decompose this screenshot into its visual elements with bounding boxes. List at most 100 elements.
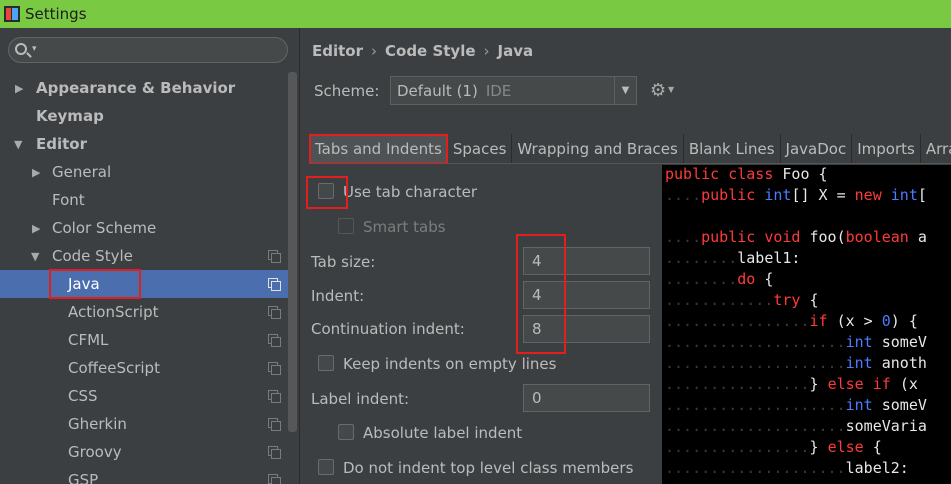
code-line: ....................label2:: [665, 459, 909, 477]
code-token: }: [809, 375, 828, 393]
sidebar-item-keymap[interactable]: Keymap: [0, 102, 288, 130]
sidebar-item-appearance-behavior[interactable]: ▶ Appearance & Behavior: [0, 74, 288, 102]
code-token: {: [872, 438, 882, 456]
tab-spaces[interactable]: Spaces: [448, 134, 513, 164]
dropdown-arrow-icon[interactable]: ▼: [614, 77, 636, 104]
scheme-label: Scheme:: [314, 82, 380, 100]
code-token: ............: [665, 291, 774, 309]
label-indent-input[interactable]: 0: [523, 384, 650, 412]
code-token: ....................: [665, 459, 846, 477]
scheme-dropdown[interactable]: Default (1) IDE ▼: [390, 76, 637, 105]
breadcrumb-separator-icon: ›: [371, 42, 377, 60]
code-token: ....: [665, 186, 702, 204]
tab-checkbox-highlight-box: [306, 176, 348, 209]
code-token: try: [773, 291, 810, 309]
tab-imports[interactable]: Imports: [852, 134, 921, 164]
code-token: anoth: [881, 354, 927, 372]
tab-wrapping-and-braces[interactable]: Wrapping and Braces: [512, 134, 684, 164]
code-token: else: [827, 438, 873, 456]
smart-tabs-checkbox[interactable]: [338, 218, 354, 234]
code-token: Foo {: [782, 165, 828, 183]
sidebar-item-gherkin[interactable]: Gherkin: [0, 410, 288, 438]
code-line: ................if (x > 0) {: [665, 312, 918, 330]
code-token: int: [845, 396, 882, 414]
code-line: ....................int someV: [665, 396, 927, 414]
search-dropdown-icon[interactable]: ▾: [32, 44, 37, 54]
code-token: (x >: [836, 312, 882, 330]
collapse-arrow-icon[interactable]: ▼: [31, 250, 39, 263]
project-scope-copy-icon: [268, 334, 281, 347]
code-token: (x: [899, 375, 918, 393]
gear-menu-caret-icon[interactable]: ▼: [668, 85, 674, 94]
code-token: [] X =: [791, 186, 855, 204]
code-style-tabs: Tabs and Indents Spaces Wrapping and Bra…: [309, 134, 951, 164]
sidebar-item-actionscript[interactable]: ActionScript: [0, 298, 288, 326]
code-token: int: [845, 333, 882, 351]
code-line: ....................someVaria: [665, 417, 927, 435]
sidebar-item-general[interactable]: ▶ General: [0, 158, 288, 186]
settings-content: Editor › Code Style › Java Scheme: Default (…: [301, 28, 951, 484]
project-scope-copy-icon: [268, 250, 281, 263]
project-scope-copy-icon: [268, 390, 281, 403]
sidebar-item-css[interactable]: CSS: [0, 382, 288, 410]
sidebar-item-cfml[interactable]: CFML: [0, 326, 288, 354]
expand-arrow-icon[interactable]: ▶: [15, 82, 23, 95]
code-line: ....................int someV: [665, 333, 927, 351]
sidebar-item-editor[interactable]: ▼ Editor: [0, 130, 288, 158]
scheme-qualifier: IDE: [485, 81, 512, 100]
code-token: 0: [881, 312, 891, 330]
sidebar-scrollbar[interactable]: [288, 72, 297, 432]
code-token: int: [764, 186, 792, 204]
absolute-label-indent-label: Absolute label indent: [363, 424, 523, 442]
sidebar-item-code-style[interactable]: ▼ Code Style: [0, 242, 288, 270]
code-token: ................: [665, 438, 810, 456]
sidebar-item-coffeescript[interactable]: CoffeeScript: [0, 354, 288, 382]
code-token: else if: [827, 375, 900, 393]
breadcrumb-separator-icon: ›: [483, 42, 490, 60]
code-token: if: [809, 312, 837, 330]
project-scope-copy-icon: [268, 362, 281, 375]
keep-indents-label: Keep indents on empty lines: [343, 355, 557, 373]
keep-indents-checkbox[interactable]: [318, 355, 334, 371]
sidebar-item-font[interactable]: Font: [0, 186, 288, 214]
settings-sidebar: ▾ ▶ Appearance & Behavior Keymap ▼ Edito…: [0, 28, 300, 484]
absolute-label-indent-checkbox[interactable]: [338, 424, 354, 440]
gear-icon[interactable]: ⚙: [650, 80, 666, 101]
code-token: {: [764, 270, 774, 288]
expand-arrow-icon[interactable]: ▶: [32, 222, 40, 235]
tab-javadoc[interactable]: JavaDoc: [781, 134, 853, 164]
breadcrumb: Editor › Code Style › Java: [312, 42, 534, 60]
smart-tabs-label: Smart tabs: [363, 218, 446, 236]
code-token: public: [701, 186, 765, 204]
code-token: label1:: [737, 249, 801, 267]
no-indent-top-level-checkbox[interactable]: [318, 459, 334, 475]
code-token: someV: [881, 333, 927, 351]
window-title: Settings: [25, 5, 87, 23]
code-token: boolean: [845, 228, 918, 246]
code-token: ....................: [665, 354, 846, 372]
code-token: ....................: [665, 333, 846, 351]
code-token: someV: [881, 396, 927, 414]
code-token: someVaria: [845, 417, 927, 435]
code-line: public class Foo {: [665, 165, 828, 183]
code-token: public class: [665, 165, 783, 183]
tab-blank-lines[interactable]: Blank Lines: [684, 134, 781, 164]
code-token: int: [890, 186, 918, 204]
tab-tabs-and-indents[interactable]: Tabs and Indents: [309, 134, 448, 164]
indent-label: Indent:: [311, 287, 365, 305]
sidebar-item-groovy[interactable]: Groovy: [0, 438, 288, 466]
sidebar-item-color-scheme[interactable]: ▶ Color Scheme: [0, 214, 288, 242]
tab-arrangement[interactable]: Arrange: [921, 134, 951, 164]
code-token: a: [917, 228, 927, 246]
expand-arrow-icon[interactable]: ▶: [32, 166, 40, 179]
settings-search-input[interactable]: ▾: [8, 37, 288, 63]
code-token: ....: [665, 228, 702, 246]
sidebar-item-java[interactable]: Java: [0, 270, 288, 298]
code-line: ................} else {: [665, 438, 882, 456]
code-token: new: [854, 186, 891, 204]
code-token: ....................: [665, 396, 846, 414]
code-token: {: [809, 291, 819, 309]
sidebar-item-gsp[interactable]: GSP: [0, 466, 288, 484]
code-token: int: [845, 354, 882, 372]
collapse-arrow-icon[interactable]: ▼: [14, 138, 22, 151]
